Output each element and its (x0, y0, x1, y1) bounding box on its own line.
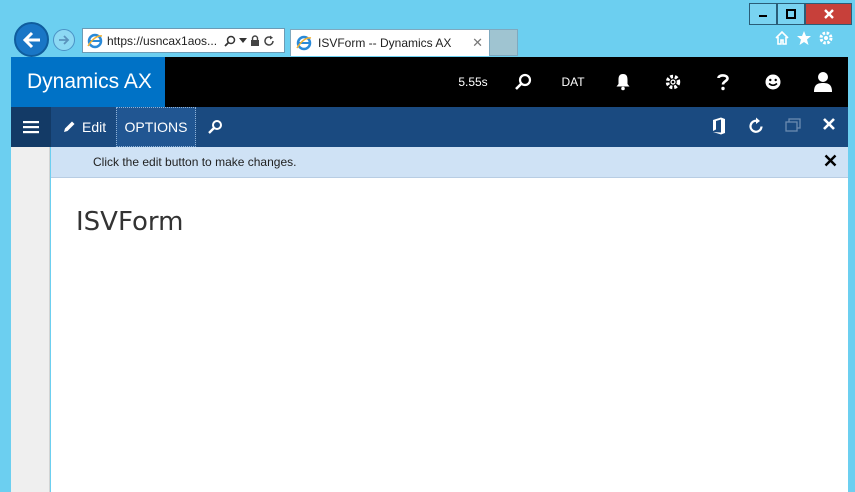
office-icon (713, 117, 725, 135)
brand-name: Dynamics AX (27, 70, 152, 93)
notifications-button[interactable] (603, 57, 643, 107)
open-new-window-button[interactable] (785, 117, 801, 138)
bell-icon (616, 74, 630, 91)
tab-close-icon[interactable]: ✕ (472, 35, 483, 51)
forward-button[interactable] (53, 29, 75, 51)
address-bar[interactable]: https://usncax1aos... (82, 28, 285, 53)
gear-icon (665, 74, 681, 90)
action-pane: Edit OPTIONS (11, 107, 848, 147)
lock-icon[interactable] (250, 34, 260, 47)
dismiss-message-button[interactable] (824, 154, 837, 172)
home-icon[interactable] (774, 30, 790, 46)
feedback-button[interactable] (753, 57, 793, 107)
new-window-icon (785, 118, 801, 132)
ie-logo-icon (87, 33, 103, 48)
app-header: Dynamics AX 5.55s DAT (11, 57, 848, 107)
brand-logo[interactable]: Dynamics AX (11, 57, 165, 107)
settings-button[interactable] (653, 57, 693, 107)
message-bar: Click the edit button to make changes. (51, 147, 848, 178)
minimize-button[interactable] (749, 3, 777, 25)
office-button[interactable] (712, 117, 726, 140)
company-picker[interactable]: DAT (553, 57, 593, 107)
help-button[interactable] (703, 57, 743, 107)
maximize-button[interactable] (777, 3, 805, 25)
navigation-menu-button[interactable] (11, 107, 51, 147)
close-icon (824, 154, 837, 167)
close-icon (823, 118, 835, 130)
search-icon[interactable] (224, 35, 236, 47)
refresh-button[interactable] (748, 117, 764, 140)
ie-tab-icon (296, 35, 312, 51)
window-close-button[interactable] (805, 3, 852, 25)
search-icon (515, 73, 532, 90)
user-profile-button[interactable] (803, 57, 843, 107)
help-icon (717, 74, 729, 91)
tab-title: ISVForm -- Dynamics AX (318, 36, 452, 50)
new-tab-button[interactable] (490, 29, 518, 56)
form-title: ISVForm (76, 207, 184, 237)
timing-indicator[interactable]: 5.55s (451, 57, 495, 107)
message-text: Click the edit button to make changes. (93, 155, 297, 169)
smiley-icon (765, 74, 781, 90)
refresh-icon[interactable] (263, 35, 275, 47)
window-border (848, 57, 855, 492)
pencil-icon (64, 121, 75, 132)
dropdown-arrow-icon[interactable] (239, 37, 247, 44)
options-tab[interactable]: OPTIONS (116, 107, 196, 147)
close-icon (823, 9, 834, 19)
global-search-button[interactable] (503, 57, 543, 107)
back-arrow-icon (22, 31, 40, 48)
browser-tab[interactable]: ISVForm -- Dynamics AX ✕ (290, 29, 490, 56)
browser-tools (774, 30, 834, 46)
search-icon (208, 120, 222, 134)
form-content: ISVForm (51, 178, 848, 492)
settings-gear-icon[interactable] (818, 30, 834, 46)
user-icon (814, 72, 832, 92)
edit-button[interactable]: Edit (52, 107, 116, 147)
address-url[interactable]: https://usncax1aos... (107, 34, 219, 48)
left-rail (11, 147, 50, 492)
browser-window: https://usncax1aos... ISVForm -- Dynamic… (0, 0, 855, 492)
minimize-icon (759, 15, 767, 17)
maximize-icon (786, 9, 796, 19)
back-button[interactable] (14, 22, 49, 57)
forward-arrow-icon (59, 35, 70, 45)
favorites-star-icon[interactable] (796, 30, 812, 46)
edit-label: Edit (82, 119, 107, 135)
refresh-icon (749, 117, 763, 133)
hamburger-icon (23, 121, 39, 134)
action-search-button[interactable] (207, 119, 223, 140)
close-form-button[interactable] (822, 117, 836, 136)
